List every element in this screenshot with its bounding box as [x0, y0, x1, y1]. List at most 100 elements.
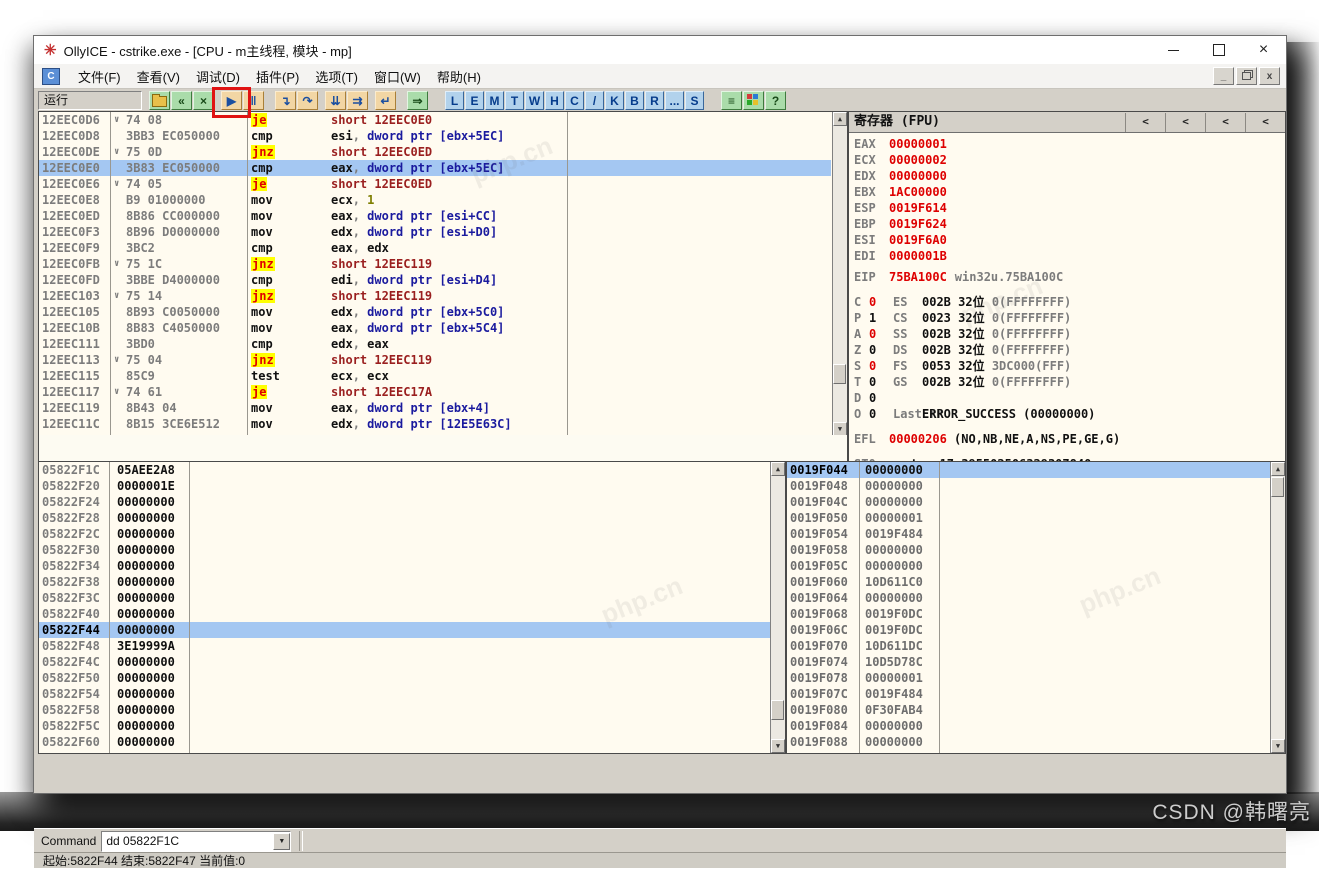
help-button[interactable]: ?	[765, 91, 786, 110]
disasm-row[interactable]: 12EEC0ED8B86 CC000000moveax, dword ptr […	[39, 208, 831, 224]
close-button[interactable]: ×	[1241, 36, 1286, 64]
dump-scrollbar[interactable]: ▲ ▼	[770, 462, 785, 753]
flag-segment-row[interactable]: A0SS002B 32位 0(FFFFFFFF)	[854, 326, 1285, 342]
dump-row[interactable]: 05822F5C00000000	[39, 718, 785, 734]
disasm-row[interactable]: 12EEC0F38B96 D0000000movedx, dword ptr […	[39, 224, 831, 240]
disasm-row[interactable]: 12EEC11C8B15 3CE6E512movedx, dword ptr […	[39, 416, 831, 432]
dump-row[interactable]: 05822F4C00000000	[39, 654, 785, 670]
disasm-row[interactable]: 12EEC0D83BB3 EC050000cmpesi, dword ptr […	[39, 128, 831, 144]
disasm-row[interactable]: 12EEC10B8B83 C4050000moveax, dword ptr […	[39, 320, 831, 336]
stack-row[interactable]: 0019F04C00000000	[787, 494, 1285, 510]
menu-item-2[interactable]: 查看(V)	[129, 65, 188, 88]
memory-window-button[interactable]: M	[485, 91, 504, 110]
column-divider[interactable]	[109, 462, 110, 753]
dump-row[interactable]: 05822F3000000000	[39, 542, 785, 558]
menu-item-3[interactable]: 调试(D)	[188, 65, 248, 88]
dump-row[interactable]: 05822F2C00000000	[39, 526, 785, 542]
mdi-restore-button[interactable]	[1236, 67, 1257, 85]
dump-row[interactable]: 05822F6000000000	[39, 734, 785, 750]
register-history-chevron-4[interactable]: <	[1245, 113, 1285, 132]
stack-row[interactable]: 0019F07800000001	[787, 670, 1285, 686]
references-window-button[interactable]: R	[645, 91, 664, 110]
register-row[interactable]: ESI0019F6A0	[854, 232, 1285, 248]
stack-row[interactable]: 0019F04800000000	[787, 478, 1285, 494]
appearance-button[interactable]	[743, 91, 764, 110]
dump-row[interactable]: 05822F3C00000000	[39, 590, 785, 606]
trace-over-button[interactable]: ⇉	[347, 91, 368, 110]
menu-item-1[interactable]: 文件(F)	[70, 65, 129, 88]
command-combobox[interactable]: dd 05822F1C ▼	[101, 831, 291, 852]
disasm-row[interactable]: 12EEC0E03B83 EC050000cmpeax, dword ptr […	[39, 160, 831, 176]
dump-row[interactable]: 05822F4400000000	[39, 622, 785, 638]
menu-item-6[interactable]: 窗口(W)	[366, 65, 429, 88]
register-row[interactable]: EDX00000000	[854, 168, 1285, 184]
windows-window-button[interactable]: W	[525, 91, 544, 110]
command-input[interactable]: dd 05822F1C	[102, 834, 273, 848]
register-row[interactable]: ESP0019F614	[854, 200, 1285, 216]
mdi-minimize-button[interactable]: _	[1213, 67, 1234, 85]
stack-row[interactable]: 0019F0800F30FAB4	[787, 702, 1285, 718]
stack-row[interactable]: 0019F06010D611C0	[787, 574, 1285, 590]
disasm-row[interactable]: 12EEC1198B43 04moveax, dword ptr [ebx+4]	[39, 400, 831, 416]
menu-item-5[interactable]: 选项(T)	[307, 65, 366, 88]
flag-segment-row[interactable]: D0	[854, 390, 1285, 406]
patches-window-button[interactable]: /	[585, 91, 604, 110]
column-divider[interactable]	[859, 462, 860, 753]
execute-till-return-button[interactable]: ↵	[375, 91, 396, 110]
column-divider[interactable]	[247, 112, 248, 436]
stack-row[interactable]: 0019F05000000001	[787, 510, 1285, 526]
executables-window-button[interactable]: E	[465, 91, 484, 110]
step-over-button[interactable]: ↷	[297, 91, 318, 110]
flag-segment-row[interactable]: P1CS0023 32位 0(FFFFFFFF)	[854, 310, 1285, 326]
dump-row[interactable]: 05822F483E19999A	[39, 638, 785, 654]
step-into-button[interactable]: ↴	[275, 91, 296, 110]
mdi-close-button[interactable]: x	[1259, 67, 1280, 85]
disasm-row[interactable]: 12EEC0FD3BBE D4000000cmpedi, dword ptr […	[39, 272, 831, 288]
stack-pane[interactable]: 0019F044000000000019F048000000000019F04C…	[786, 461, 1286, 754]
register-row-efl[interactable]: EFL00000206 (NO,NB,NE,A,NS,PE,GE,G)	[854, 431, 1285, 447]
register-row[interactable]: EAX00000001	[854, 136, 1285, 152]
disasm-row[interactable]: 12EEC0E674 05∨jeshort 12EEC0ED	[39, 176, 831, 192]
scroll-up-arrow[interactable]: ▲	[1271, 462, 1285, 476]
dump-row[interactable]: 05822F200000001E	[39, 478, 785, 494]
disasm-row[interactable]: 12EEC11375 04∨jnzshort 12EEC119	[39, 352, 831, 368]
scroll-thumb[interactable]	[771, 700, 784, 720]
disasm-row[interactable]: 12EEC11585C9testecx, ecx	[39, 368, 831, 384]
flag-segment-row[interactable]: S0FS0053 32位 3DC000(FFF)	[854, 358, 1285, 374]
stack-row[interactable]: 0019F07010D611DC	[787, 638, 1285, 654]
register-row[interactable]: EBP0019F624	[854, 216, 1285, 232]
stack-row[interactable]: 0019F04400000000	[787, 462, 1285, 478]
stack-row[interactable]: 0019F0680019F0DC	[787, 606, 1285, 622]
trace-into-button[interactable]: ⇊	[325, 91, 346, 110]
stack-row[interactable]: 0019F05C00000000	[787, 558, 1285, 574]
stack-row[interactable]: 0019F08800000000	[787, 734, 1285, 750]
register-history-chevron-2[interactable]: <	[1165, 113, 1205, 132]
disasm-row[interactable]: 12EEC0DE75 0D∨jnzshort 12EEC0ED	[39, 144, 831, 160]
register-row[interactable]: ECX00000002	[854, 152, 1285, 168]
dump-row[interactable]: 05822F5800000000	[39, 702, 785, 718]
disasm-row[interactable]: 12EEC0F93BC2cmpeax, edx	[39, 240, 831, 256]
dump-row[interactable]: 05822F3400000000	[39, 558, 785, 574]
scroll-up-arrow[interactable]: ▲	[833, 112, 847, 126]
logging-options-button[interactable]: ≡	[721, 91, 742, 110]
memory-dump-pane[interactable]: 05822F1C05AEE2A805822F200000001E05822F24…	[38, 461, 786, 754]
open-file-button[interactable]	[149, 91, 170, 110]
log-window-button[interactable]: L	[445, 91, 464, 110]
menu-item-4[interactable]: 插件(P)	[248, 65, 307, 88]
stack-row[interactable]: 0019F06C0019F0DC	[787, 622, 1285, 638]
stack-row[interactable]: 0019F06400000000	[787, 590, 1285, 606]
minimize-button[interactable]	[1151, 36, 1196, 64]
close-process-button[interactable]: ×	[193, 91, 214, 110]
call-stack-window-button[interactable]: K	[605, 91, 624, 110]
disasm-row[interactable]: 12EEC1058B93 C0050000movedx, dword ptr […	[39, 304, 831, 320]
scroll-thumb[interactable]	[833, 364, 846, 384]
disasm-row[interactable]: 12EEC10375 14∨jnzshort 12EEC119	[39, 288, 831, 304]
flag-segment-row[interactable]: O0LastErrERROR_SUCCESS (00000000)	[854, 406, 1285, 422]
stack-row[interactable]: 0019F05800000000	[787, 542, 1285, 558]
stack-row[interactable]: 0019F0540019F484	[787, 526, 1285, 542]
disasm-scrollbar[interactable]: ▲ ▼	[832, 112, 847, 436]
dump-row[interactable]: 05822F5400000000	[39, 686, 785, 702]
scroll-down-arrow[interactable]: ▼	[833, 422, 847, 436]
register-row-eip[interactable]: EIP75BA100Cwin32u.75BA100C	[854, 269, 1285, 285]
flag-segment-row[interactable]: Z0DS002B 32位 0(FFFFFFFF)	[854, 342, 1285, 358]
